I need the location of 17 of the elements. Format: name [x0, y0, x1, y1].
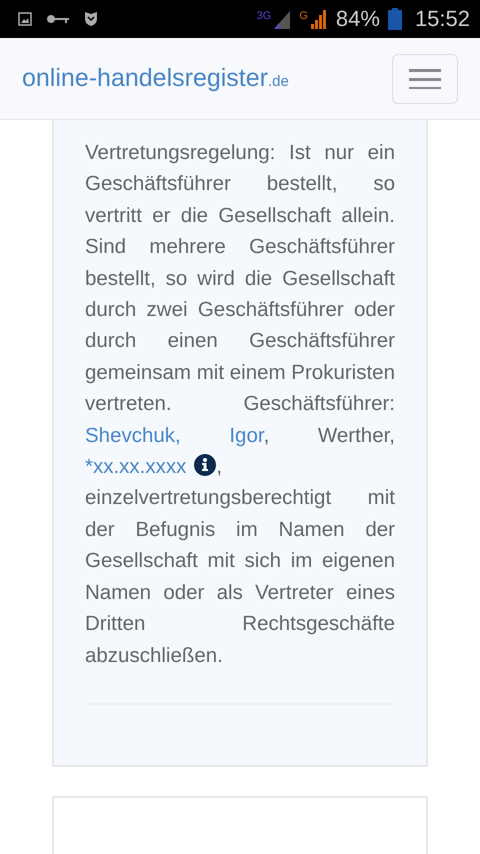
network-label: G [299, 10, 308, 22]
shield-icon [84, 11, 98, 27]
signal-icon [274, 9, 290, 29]
site-logo[interactable]: online-handelsregister.de [22, 64, 289, 93]
register-text: Vertretungsregelung: Ist nur ein Geschäftsführer bestellt, so vertritt er die Gesellschaft allein. Sind mehrere Geschäftsführer bestellt, so wird die Gesellschaft durch zwei Geschäftsführer oder durch einen Geschäftsführer gemeinsam mit einem Prokuristen vertreten. Geschäftsführer: Shevchuk, Igor, Werther, *xx.xx.xxxx , einzelvertretungsberechtigt mit der Befugnis im Namen der Gesellschaft mit sich im eigenen Namen oder als Vertreter eines Dritten Rechtsgeschäfte abzuschließen. [85, 140, 395, 668]
menu-icon [409, 68, 441, 88]
text-link[interactable]: Shevchuk, Igor [85, 424, 264, 447]
picture-icon [18, 12, 32, 26]
key-icon [46, 14, 70, 24]
menu-button[interactable] [392, 54, 458, 104]
clock: 15:52 [414, 6, 470, 32]
battery-icon [388, 8, 402, 30]
battery-level: 84% [336, 6, 380, 32]
signal-icon [310, 9, 327, 29]
text-link[interactable]: *xx.xx.xxxx [85, 455, 186, 478]
info-icon[interactable] [194, 454, 216, 476]
network-label: 3G [256, 10, 272, 22]
